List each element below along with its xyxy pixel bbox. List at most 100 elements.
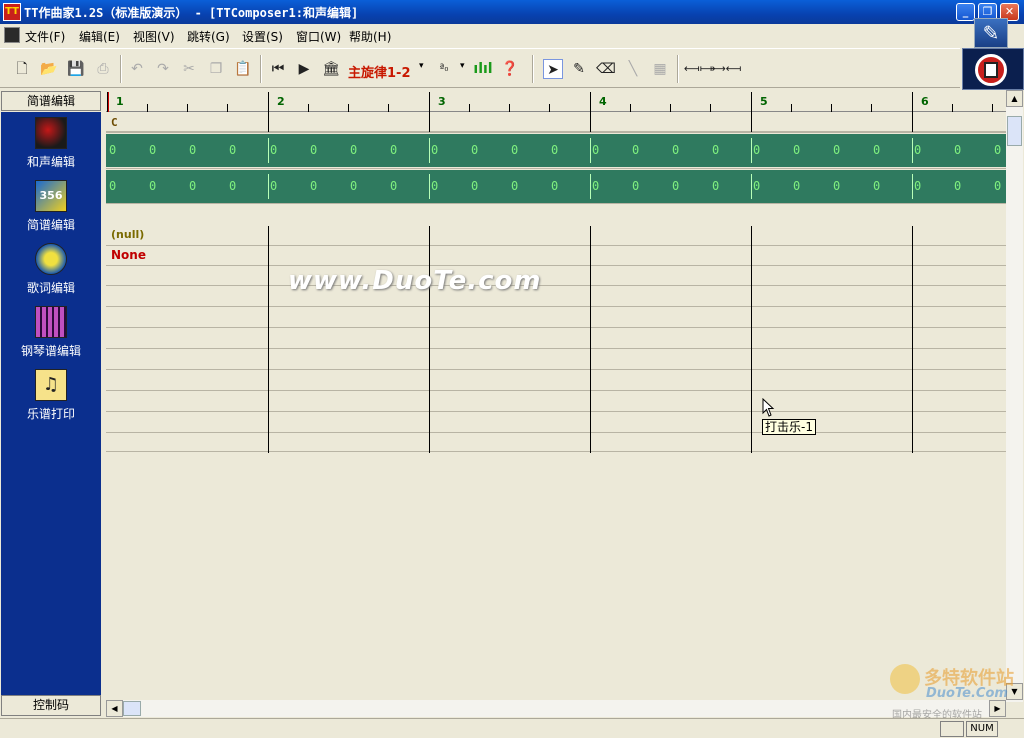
band-value[interactable]: 0 bbox=[914, 179, 921, 193]
band-value[interactable]: 0 bbox=[833, 179, 840, 193]
band-value[interactable]: 0 bbox=[592, 179, 599, 193]
grid-row[interactable] bbox=[106, 226, 1006, 246]
sidebar-item-print[interactable]: ♫ 乐谱打印 bbox=[1, 369, 101, 429]
menu-help[interactable]: 帮助(H) bbox=[349, 28, 391, 45]
band-value[interactable]: 0 bbox=[672, 179, 679, 193]
band-value[interactable]: 0 bbox=[310, 179, 317, 193]
grid-row[interactable] bbox=[106, 203, 1006, 204]
eraser-icon[interactable]: ⌫ bbox=[596, 59, 616, 79]
band-value[interactable]: 0 bbox=[873, 179, 880, 193]
undo-icon[interactable]: ↶ bbox=[127, 59, 147, 79]
menu-file[interactable]: 文件(F) bbox=[25, 28, 65, 45]
help-cursor-icon[interactable]: ❓ bbox=[500, 59, 520, 79]
horizontal-scroll-thumb[interactable] bbox=[123, 701, 141, 716]
band-value[interactable]: 0 bbox=[632, 143, 639, 157]
band-value[interactable]: 0 bbox=[270, 179, 277, 193]
paste-icon[interactable]: 📋 bbox=[233, 59, 253, 79]
grid-row[interactable] bbox=[106, 392, 1006, 412]
band-value[interactable]: 0 bbox=[270, 143, 277, 157]
zoom-in-icon[interactable]: ⟼⟻ bbox=[710, 59, 742, 79]
band-value[interactable]: 0 bbox=[189, 179, 196, 193]
sidebar-item-lyrics[interactable]: 歌词编辑 bbox=[1, 243, 101, 303]
menu-edit[interactable]: 编辑(E) bbox=[79, 28, 120, 45]
pencil-icon[interactable]: ✎ bbox=[569, 59, 589, 79]
band-value[interactable]: 0 bbox=[229, 143, 236, 157]
band-value[interactable]: 0 bbox=[431, 179, 438, 193]
band-value[interactable]: 0 bbox=[551, 179, 558, 193]
band-value[interactable]: 0 bbox=[109, 179, 116, 193]
menu-settings[interactable]: 设置(S) bbox=[242, 28, 283, 45]
sidebar-item-piano[interactable]: 钢琴谱编辑 bbox=[1, 306, 101, 366]
band-value[interactable]: 0 bbox=[551, 143, 558, 157]
copy-icon[interactable]: ❐ bbox=[206, 59, 226, 79]
vertical-scroll-thumb[interactable] bbox=[1007, 116, 1022, 146]
grid-row[interactable] bbox=[106, 350, 1006, 370]
band-value[interactable]: 0 bbox=[712, 179, 719, 193]
mdi-child-icon[interactable]: ✎ bbox=[974, 18, 1008, 48]
grid-row[interactable] bbox=[106, 308, 1006, 328]
sidebar-header[interactable]: 简谱编辑 bbox=[1, 91, 101, 111]
band-value[interactable]: 0 bbox=[753, 179, 760, 193]
title-bar[interactable]: TT TT作曲家1.2S（标准版演示） - [TTComposer1:和声编辑]… bbox=[0, 0, 1024, 24]
band-value[interactable]: 0 bbox=[310, 143, 317, 157]
band-value[interactable]: 0 bbox=[712, 143, 719, 157]
grid-row[interactable] bbox=[106, 413, 1006, 433]
horizontal-scrollbar[interactable]: ◀ ▶ bbox=[106, 700, 1006, 717]
rewind-icon[interactable]: ⏮ bbox=[268, 59, 288, 79]
track-icon[interactable]: 🏛 bbox=[321, 59, 341, 79]
harmony-grid[interactable]: 123456 C (null) None 0000000000000000000… bbox=[106, 90, 1006, 700]
cut-icon[interactable]: ✂ bbox=[179, 59, 199, 79]
grid-row[interactable] bbox=[106, 132, 1006, 133]
menu-goto[interactable]: 跳转(G) bbox=[187, 28, 230, 45]
band-value[interactable]: 0 bbox=[511, 179, 518, 193]
band-value[interactable]: 0 bbox=[350, 143, 357, 157]
band-value[interactable]: 0 bbox=[873, 143, 880, 157]
grid-row[interactable] bbox=[106, 266, 1006, 286]
sidebar-item-harmony[interactable]: 和声编辑 bbox=[1, 117, 101, 177]
grid-row[interactable] bbox=[106, 287, 1006, 307]
scroll-left-icon[interactable]: ◀ bbox=[106, 700, 123, 717]
print-icon[interactable]: ⎙ bbox=[93, 59, 113, 79]
band-value[interactable]: 0 bbox=[109, 143, 116, 157]
new-file-icon[interactable]: 🗋 bbox=[12, 59, 32, 79]
band-value[interactable]: 0 bbox=[833, 143, 840, 157]
grid-row[interactable] bbox=[106, 168, 1006, 169]
band-value[interactable]: 0 bbox=[672, 143, 679, 157]
grid-row[interactable] bbox=[106, 112, 1006, 132]
band-value[interactable]: 0 bbox=[994, 179, 1001, 193]
zoom-out-icon[interactable]: ⟻⟼ bbox=[684, 59, 716, 79]
band-value[interactable]: 0 bbox=[753, 143, 760, 157]
band-value[interactable]: 0 bbox=[149, 143, 156, 157]
grid-row[interactable] bbox=[106, 371, 1006, 391]
play-icon[interactable]: ▶ bbox=[294, 59, 314, 79]
band-value[interactable]: 0 bbox=[390, 179, 397, 193]
document-icon[interactable] bbox=[4, 27, 20, 43]
grid-icon[interactable]: ▦ bbox=[650, 59, 670, 79]
note-duration-icon[interactable]: ª₀ bbox=[434, 59, 454, 79]
band-value[interactable]: 0 bbox=[511, 143, 518, 157]
duration-dropdown-icon[interactable]: ▾ bbox=[460, 61, 465, 71]
sidebar-item-numbered[interactable]: 356 简谱编辑 bbox=[1, 180, 101, 240]
band-value[interactable]: 0 bbox=[471, 143, 478, 157]
band-value[interactable]: 0 bbox=[592, 143, 599, 157]
minimize-button[interactable]: _ bbox=[956, 3, 975, 21]
band-value[interactable]: 0 bbox=[954, 143, 961, 157]
band-value[interactable]: 0 bbox=[149, 179, 156, 193]
band-value[interactable]: 0 bbox=[229, 179, 236, 193]
vertical-scrollbar[interactable]: ▲ ▼ bbox=[1006, 90, 1023, 702]
sidebar-footer[interactable]: 控制码 bbox=[1, 695, 101, 716]
menu-window[interactable]: 窗口(W) bbox=[296, 28, 341, 45]
open-folder-icon[interactable]: 📂 bbox=[39, 59, 59, 79]
band-value[interactable]: 0 bbox=[793, 179, 800, 193]
band-value[interactable]: 0 bbox=[350, 179, 357, 193]
grid-row[interactable] bbox=[106, 329, 1006, 349]
band-value[interactable]: 0 bbox=[189, 143, 196, 157]
menu-view[interactable]: 视图(V) bbox=[133, 28, 175, 45]
band-value[interactable]: 0 bbox=[914, 143, 921, 157]
redo-icon[interactable]: ↷ bbox=[153, 59, 173, 79]
band-value[interactable]: 0 bbox=[471, 179, 478, 193]
scroll-up-icon[interactable]: ▲ bbox=[1006, 90, 1023, 107]
equalizer-icon[interactable]: ılıl bbox=[473, 59, 493, 79]
save-icon[interactable]: 💾 bbox=[66, 59, 86, 79]
band-value[interactable]: 0 bbox=[994, 143, 1001, 157]
